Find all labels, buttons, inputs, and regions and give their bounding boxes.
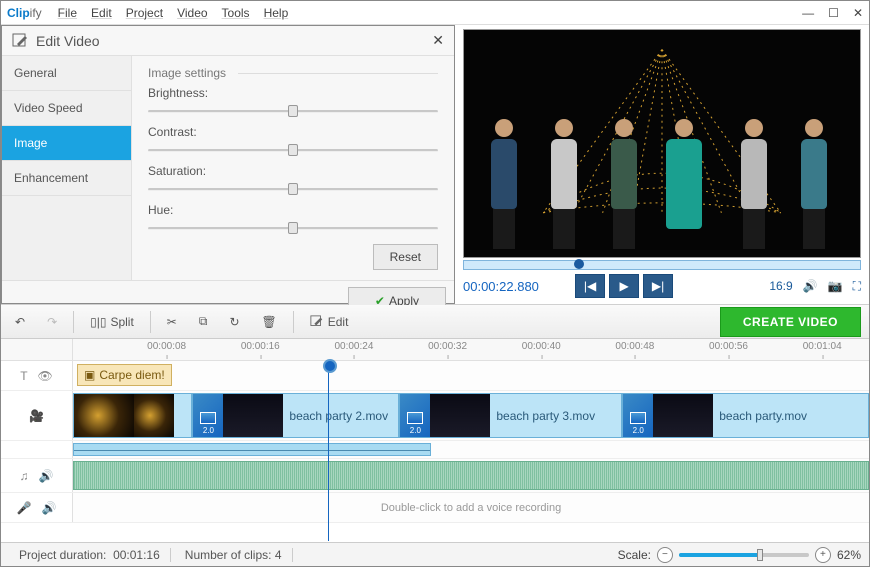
toolbar: ↶ ↷ ▯|▯ Split ✂ ⧉ ↻ 🗑 Edit CREATE VIDEO [1, 305, 869, 339]
redo-button[interactable]: ↷ [41, 312, 63, 332]
cut-button[interactable]: ✂ [161, 312, 183, 332]
menu-project[interactable]: Project [126, 6, 163, 20]
zoom-slider[interactable] [679, 553, 809, 557]
timecode: 00:00:22.880 [463, 279, 539, 294]
app-logo: Clipify [7, 6, 42, 20]
voice-hint: Double-click to add a voice recording [73, 502, 869, 514]
menu-video[interactable]: Video [177, 6, 207, 20]
playhead[interactable] [328, 361, 329, 541]
panel-close-icon[interactable]: ✕ [432, 32, 444, 49]
ruler-tick: 00:01:04 [803, 341, 842, 352]
undo-button[interactable]: ↶ [9, 312, 31, 332]
zoom-out-button[interactable]: − [657, 547, 673, 563]
voice-lane[interactable]: Double-click to add a voice recording [73, 493, 869, 522]
audio-clip[interactable] [73, 461, 869, 490]
text-badge-icon: ▣ [84, 368, 95, 382]
video-track-icon: 🎥 [29, 409, 44, 423]
video-clip[interactable] [73, 393, 192, 438]
ruler-tick: 00:00:08 [147, 341, 186, 352]
play-button[interactable]: ▶ [609, 274, 639, 298]
menubar: Clipify File Edit Project Video Tools He… [1, 1, 869, 25]
video-clip[interactable]: 2.0beach party 3.mov [399, 393, 622, 438]
panel-title: Edit Video [36, 33, 100, 49]
volume-icon[interactable]: 🔊 [803, 279, 818, 293]
tab-image[interactable]: Image [2, 126, 131, 161]
audio-mute-icon[interactable]: 🔊 [39, 469, 54, 483]
create-video-button[interactable]: CREATE VIDEO [720, 307, 861, 337]
delete-button[interactable]: 🗑 [256, 312, 283, 332]
section-label: Image settings [148, 66, 438, 80]
brightness-slider[interactable] [148, 103, 438, 119]
music-track-icon: ♫ [20, 469, 29, 483]
zoom-in-button[interactable]: + [815, 547, 831, 563]
menu-help[interactable]: Help [264, 6, 289, 20]
seek-bar[interactable] [463, 260, 861, 270]
menu-file[interactable]: File [58, 6, 77, 20]
menu-edit[interactable]: Edit [91, 6, 112, 20]
ruler-tick: 00:00:32 [428, 341, 467, 352]
project-duration: 00:01:16 [113, 548, 160, 562]
menu-tools[interactable]: Tools [222, 6, 250, 20]
text-clip[interactable]: ▣Carpe diem! [77, 364, 172, 386]
snapshot-icon[interactable]: 📷 [828, 279, 843, 293]
ruler-tick: 00:00:24 [334, 341, 373, 352]
preview-video[interactable] [463, 29, 861, 258]
hue-label: Hue: [148, 203, 438, 217]
mic-track-icon: 🎤 [17, 501, 32, 515]
window-close-icon[interactable]: ✕ [853, 6, 863, 20]
visibility-icon[interactable]: 👁 [38, 369, 53, 383]
aspect-ratio[interactable]: 16:9 [769, 279, 792, 293]
video-volume-bar[interactable] [73, 443, 431, 456]
voice-mute-icon[interactable]: 🔊 [42, 501, 57, 515]
contrast-label: Contrast: [148, 125, 438, 139]
tab-general[interactable]: General [2, 56, 131, 91]
saturation-label: Saturation: [148, 164, 438, 178]
panel-tabs: General Video Speed Image Enhancement [2, 56, 132, 280]
tab-enhancement[interactable]: Enhancement [2, 161, 131, 196]
edit-icon [12, 33, 28, 49]
edit-video-panel: Edit Video ✕ General Video Speed Image E… [1, 25, 455, 304]
hue-slider[interactable] [148, 220, 438, 236]
edit-button[interactable]: Edit [304, 312, 355, 332]
ruler-tick: 00:00:48 [615, 341, 654, 352]
ruler-tick: 00:00:40 [522, 341, 561, 352]
clip-count: 4 [275, 548, 282, 562]
fullscreen-icon[interactable]: ⛶ [853, 279, 861, 294]
ruler-tick: 00:00:16 [241, 341, 280, 352]
contrast-slider[interactable] [148, 142, 438, 158]
brightness-label: Brightness: [148, 86, 438, 100]
next-frame-button[interactable]: ▶| [643, 274, 673, 298]
tab-video-speed[interactable]: Video Speed [2, 91, 131, 126]
crop-button[interactable]: ⧉ [193, 311, 214, 332]
prev-frame-button[interactable]: |◀ [575, 274, 605, 298]
rotate-button[interactable]: ↻ [223, 312, 245, 332]
window-maximize-icon[interactable]: ☐ [828, 6, 839, 20]
timeline: 00:00:08 00:00:16 00:00:24 00:00:32 00:00:40… [1, 339, 869, 542]
window-minimize-icon[interactable]: — [802, 6, 814, 20]
video-lane[interactable]: 2.0beach party 2.mov2.0beach party 3.mov… [73, 391, 869, 440]
video-clip[interactable]: 2.0beach party 2.mov [192, 393, 399, 438]
video-clip[interactable]: 2.0beach party.mov [622, 393, 869, 438]
ruler-tick: 00:00:56 [709, 341, 748, 352]
text-track-icon: T [20, 369, 27, 383]
image-settings: Image settings Brightness: Contrast: Sat… [132, 56, 454, 280]
zoom-value: 62% [837, 548, 861, 562]
split-button[interactable]: ▯|▯ Split [84, 312, 140, 332]
reset-button[interactable]: Reset [373, 244, 438, 270]
tracks: T👁 ▣Carpe diem! 🎥 2.0beach party 2.mov2.… [1, 361, 869, 542]
preview-pane: 00:00:22.880 |◀ ▶ ▶| 16:9 🔊 📷 ⛶ [455, 25, 869, 304]
time-ruler[interactable]: 00:00:08 00:00:16 00:00:24 00:00:32 00:00:40… [73, 339, 869, 360]
status-bar: Project duration: 00:01:16 Number of cli… [1, 542, 869, 566]
saturation-slider[interactable] [148, 181, 438, 197]
scale-label: Scale: [618, 548, 651, 562]
